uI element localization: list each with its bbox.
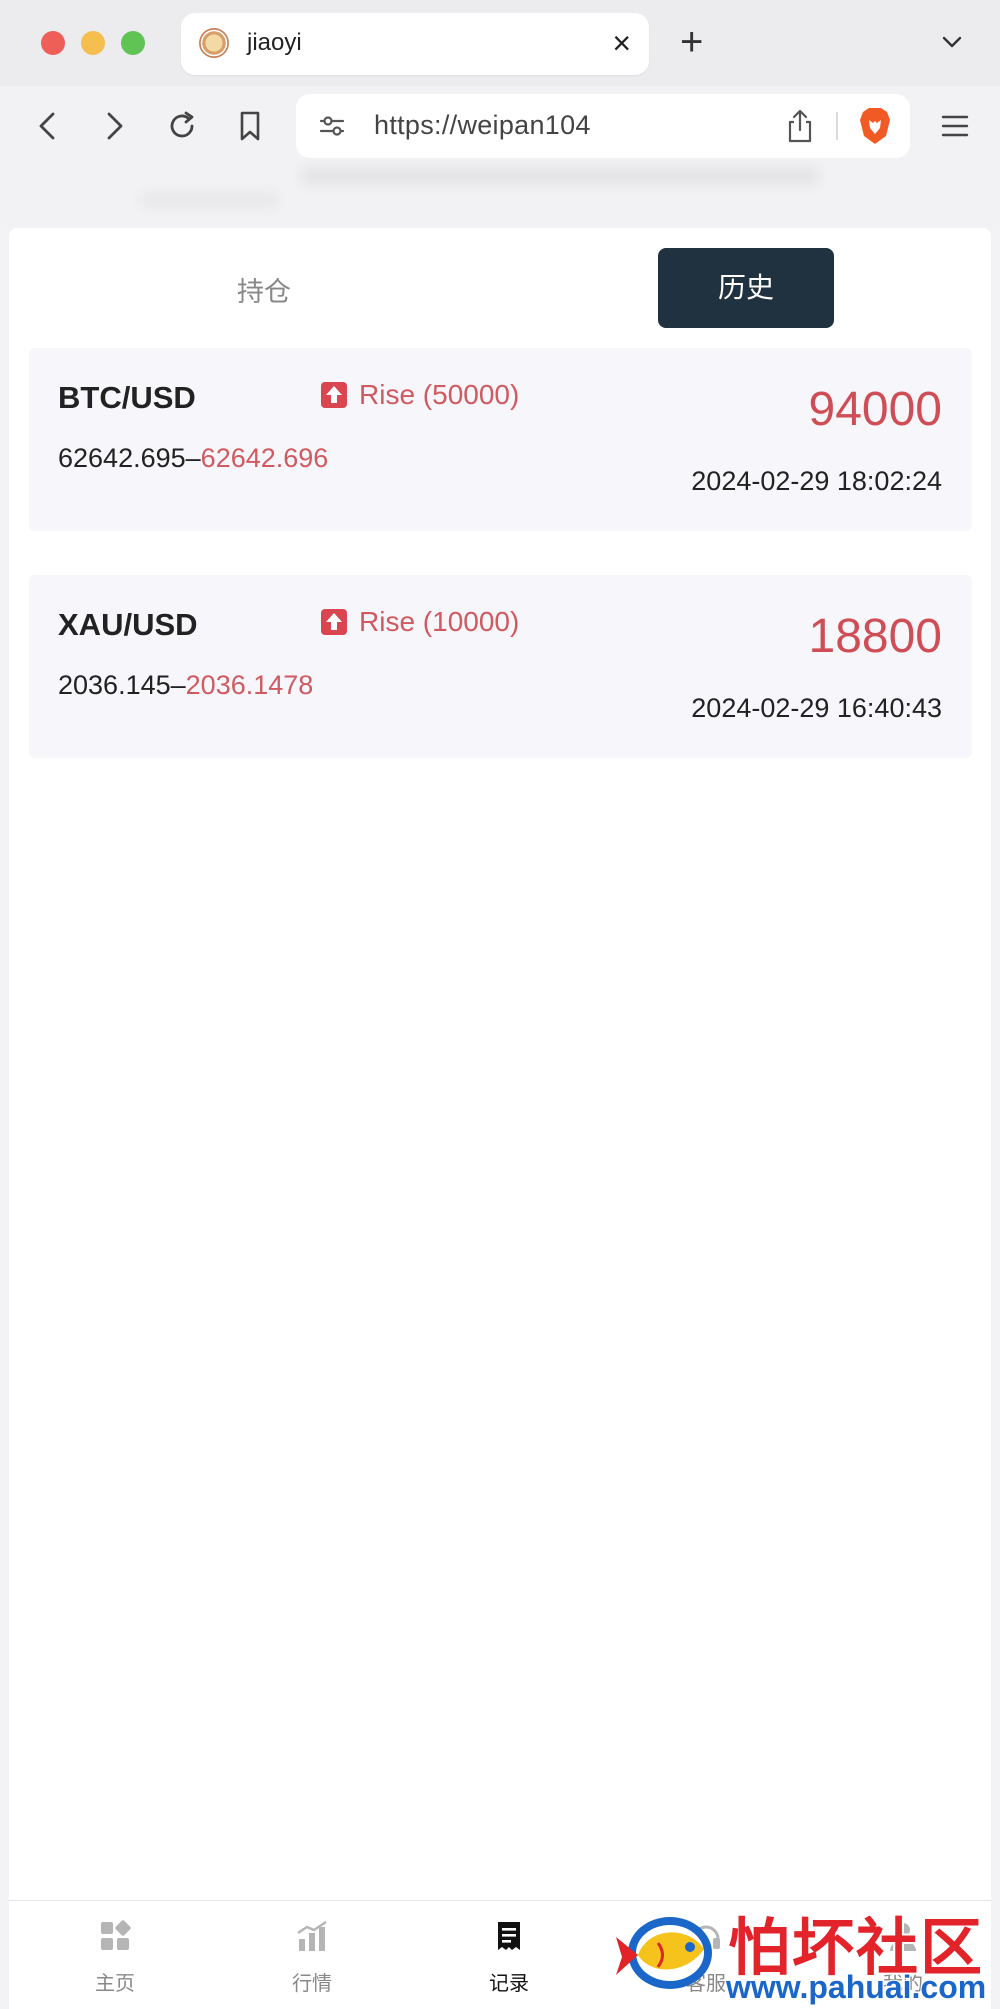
site-favicon-icon [199,28,229,58]
tab-history[interactable]: 历史 [658,248,834,328]
nav-label-market: 行情 [292,1973,332,1995]
nav-label-home: 主页 [95,1973,135,1995]
fish-logo-icon [616,1917,712,1989]
trade-amount: 94000 [808,383,942,436]
trade-direction: Rise (10000) [359,606,520,637]
price-separator: – [185,443,201,473]
nav-item-records[interactable]: 记录 [449,1919,569,1996]
home-icon [101,1920,131,1950]
trade-price-range: 62642.695–62642.696 [58,443,328,474]
open-price: 2036.145 [58,670,171,700]
trade-direction: Rise (50000) [359,379,520,410]
minimize-window-button[interactable] [81,31,105,55]
trade-time: 2024-02-29 16:40:43 [691,693,942,723]
bookmark-icon[interactable] [232,108,268,144]
trade-amount: 18800 [808,610,942,663]
nav-item-market[interactable]: 行情 [252,1919,372,1996]
blurred-popup-shadow [300,166,820,186]
receipt-icon [498,1922,520,1950]
new-tab-icon[interactable]: + [680,22,703,62]
arrow-up-icon [321,609,347,635]
brave-shields-icon[interactable] [858,106,892,146]
browser-tabbar: jiaoyi × + [0,0,1000,86]
close-tab-icon[interactable]: × [612,23,631,63]
close-window-button[interactable] [41,31,65,55]
trade-history-page: 持仓 历史 BTC/USD Rise (50000) 62642.695–626… [9,228,991,2008]
share-icon[interactable] [784,108,816,144]
trade-record-card[interactable]: BTC/USD Rise (50000) 62642.695–62642.696… [29,348,972,531]
address-bar[interactable]: https://weipan104 [296,94,910,158]
nav-item-home[interactable]: 主页 [55,1919,175,1996]
chevron-down-icon[interactable] [940,30,964,54]
tab-title: jiaoyi [247,29,302,56]
back-icon[interactable] [30,108,66,144]
url-text: https://weipan104 [374,110,591,140]
trade-price-range: 2036.145–2036.1478 [58,670,313,701]
trade-symbol: XAU/USD [58,607,198,642]
site-settings-icon[interactable] [316,110,348,142]
open-price: 62642.695 [58,443,186,473]
close-price: 2036.1478 [185,670,314,700]
watermark-url: www.pahuai.com [726,1969,987,2005]
position-tabs: 持仓 历史 [9,228,991,338]
close-price: 62642.696 [200,443,329,473]
tab-holdings[interactable]: 持仓 [189,270,339,309]
forward-icon[interactable] [96,108,132,144]
watermark: 怕坏社区 www.pahuai.com [600,1895,1000,2008]
address-bar-divider [836,112,838,140]
menu-icon[interactable] [940,112,970,140]
blurred-popup-shadow [140,192,280,208]
trade-record-card[interactable]: XAU/USD Rise (10000) 2036.145–2036.1478 … [29,575,972,758]
browser-tab[interactable]: jiaoyi × [181,13,649,75]
maximize-window-button[interactable] [121,31,145,55]
price-separator: – [170,670,186,700]
browser-toolbar: https://weipan104 [0,86,1000,226]
trade-time: 2024-02-29 18:02:24 [691,466,942,496]
nav-label-records: 记录 [489,1973,529,1995]
chart-icon [297,1921,327,1951]
arrow-up-icon [321,382,347,408]
reload-icon[interactable] [164,108,200,144]
trade-symbol: BTC/USD [58,380,196,415]
